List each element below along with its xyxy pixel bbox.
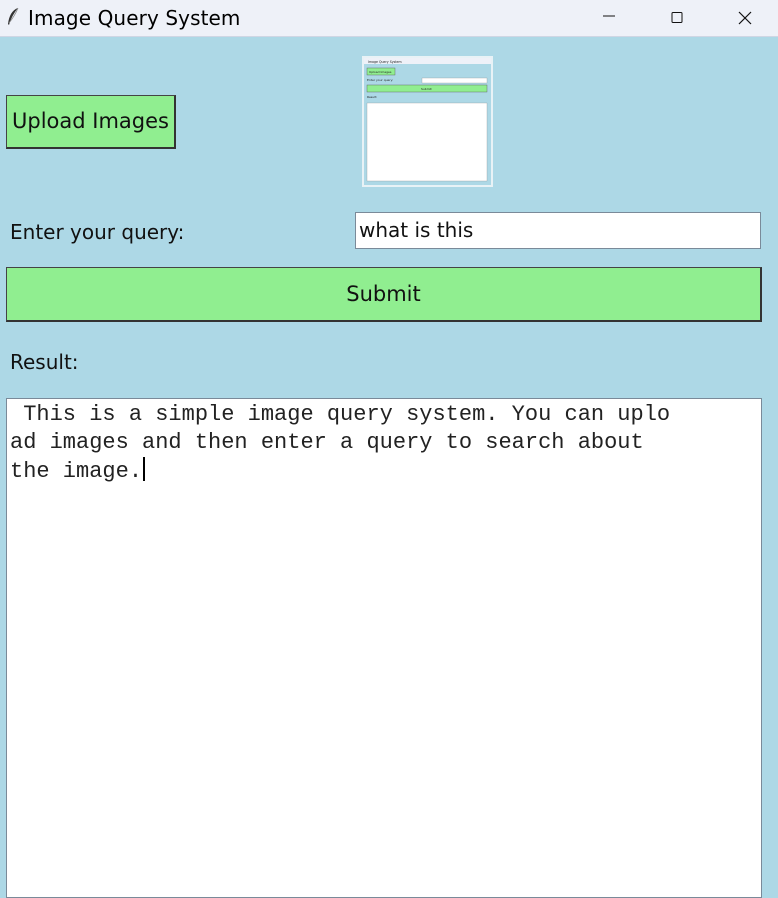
minimize-icon: [603, 15, 615, 17]
window-title: Image Query System: [28, 6, 241, 30]
maximize-icon: [671, 12, 683, 23]
preview-result-label: Result:: [367, 95, 377, 99]
preview-title: Image Query System: [368, 60, 402, 64]
result-textarea[interactable]: This is a simple image query system. You…: [6, 398, 762, 898]
maximize-button[interactable]: [642, 0, 712, 36]
feather-icon: [8, 7, 19, 25]
preview-screenshot: Image Query System Upload Images Enter y…: [364, 58, 491, 182]
close-button[interactable]: [710, 0, 778, 36]
image-preview-thumbnail: Image Query System Upload Images Enter y…: [362, 56, 493, 187]
result-line: the image.: [10, 459, 143, 484]
preview-query-label: Enter your query:: [367, 78, 393, 82]
submit-button[interactable]: Submit: [6, 267, 762, 322]
result-line: ad images and then enter a query to sear…: [10, 430, 644, 455]
minimize-button[interactable]: [574, 0, 644, 36]
preview-submit-label: Submit: [421, 87, 432, 91]
preview-upload-label: Upload Images: [369, 70, 392, 74]
query-label: Enter your query:: [10, 220, 185, 244]
upload-images-button[interactable]: Upload Images: [6, 95, 176, 149]
result-line: This is a simple image query system. You…: [10, 402, 671, 427]
query-input[interactable]: what is this: [355, 212, 761, 249]
title-bar: Image Query System: [0, 0, 778, 37]
result-label: Result:: [10, 350, 79, 374]
result-text: This is a simple image query system. You…: [10, 401, 758, 486]
close-icon: [738, 11, 752, 25]
text-caret: [143, 457, 146, 481]
